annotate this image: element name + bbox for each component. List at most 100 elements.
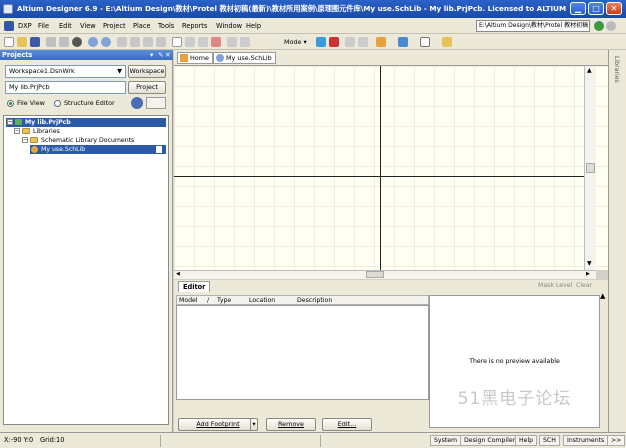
maximize-button[interactable]: □ <box>588 2 604 15</box>
schlib-file-icon <box>31 146 38 153</box>
file-view-radio[interactable] <box>7 100 14 107</box>
schematic-library-sheet[interactable] <box>174 66 614 270</box>
scroll-down-icon[interactable]: ▼ <box>587 260 592 267</box>
remove-part-icon[interactable] <box>329 37 339 47</box>
edit-button[interactable]: Edit... <box>322 418 372 431</box>
sch-panel-button[interactable]: SCH <box>539 435 560 446</box>
redo-icon[interactable] <box>240 37 250 47</box>
open-folder-icon[interactable] <box>17 37 27 47</box>
panel-close-icon[interactable]: ✕ <box>165 50 171 60</box>
new-document-icon[interactable] <box>4 37 14 47</box>
mode-dropdown[interactable]: Mode ▾ <box>284 36 307 48</box>
tree-item-schlib-file[interactable]: My use.SchLib <box>30 145 166 154</box>
project-options-icon[interactable] <box>146 97 166 109</box>
ieee-symbols-icon[interactable] <box>398 37 408 47</box>
menu-tools[interactable]: Tools <box>158 20 174 32</box>
close-button[interactable]: ✕ <box>606 2 622 15</box>
path-combo[interactable]: E:\Altium Design\教材\Protel 教材初稿 <box>476 20 590 32</box>
scroll-thumb[interactable] <box>366 271 384 278</box>
menu-edit[interactable]: Edit <box>59 20 72 32</box>
project-button[interactable]: Project <box>128 81 166 94</box>
model-manager-icon[interactable] <box>442 37 452 47</box>
col-location[interactable]: Location <box>249 296 275 305</box>
collapse-icon[interactable]: − <box>14 128 20 134</box>
move-icon[interactable] <box>185 37 195 47</box>
forward-icon[interactable] <box>606 21 616 31</box>
editor-tab[interactable]: Editor <box>178 281 211 292</box>
zoom-in-icon[interactable] <box>88 37 98 47</box>
col-description[interactable]: Description <box>297 296 332 305</box>
libraries-panel-strip[interactable]: Libraries <box>608 50 626 432</box>
remove-label: Remove <box>278 420 304 428</box>
menu-file[interactable]: File <box>38 20 49 32</box>
tab-schlib[interactable]: My use.SchLib <box>213 52 276 64</box>
remove-button[interactable]: Remove <box>266 418 316 431</box>
back-icon[interactable] <box>594 21 604 31</box>
no-preview-text: There is no preview available <box>469 358 560 365</box>
scroll-up-icon[interactable]: ▲ <box>600 292 605 300</box>
menu-reports[interactable]: Reports <box>182 20 207 32</box>
copy-icon[interactable] <box>130 37 140 47</box>
menu-project[interactable]: Project <box>103 20 126 32</box>
workspace-combo[interactable]: Workspace1.DsnWrk ▼ <box>5 65 126 78</box>
scroll-up-icon[interactable]: ▲ <box>587 67 592 74</box>
pin-icon[interactable]: ✎ <box>158 50 164 60</box>
add-footprint-dropdown[interactable]: ▾ <box>250 418 258 431</box>
minimize-button[interactable]: ▁ <box>570 2 586 15</box>
help-panel-button[interactable]: Help <box>515 435 538 446</box>
more-panels-button[interactable]: >> <box>607 435 626 446</box>
zoom-out-icon[interactable] <box>101 37 111 47</box>
add-part-icon[interactable] <box>316 37 326 47</box>
select-area-icon[interactable] <box>172 37 182 47</box>
tree-item-schlib-documents[interactable]: − Schematic Library Documents <box>22 136 166 145</box>
panel-menu-icon[interactable]: ▾ <box>150 50 153 60</box>
print-preview-icon[interactable] <box>59 37 69 47</box>
deselect-icon[interactable] <box>198 37 208 47</box>
horizontal-scrollbar[interactable]: ◀ ▶ <box>174 270 596 279</box>
tree-item-project[interactable]: − My lib.PrjPcb <box>6 118 166 127</box>
grid-icon[interactable] <box>420 37 430 47</box>
menu-window[interactable]: Window <box>216 20 242 32</box>
print-icon[interactable] <box>46 37 56 47</box>
clear-filter-icon[interactable] <box>211 37 221 47</box>
vertical-scrollbar[interactable]: ▲ ▼ <box>584 66 596 270</box>
tab-home[interactable]: Home <box>177 52 213 64</box>
scroll-right-icon[interactable]: ▶ <box>586 271 590 277</box>
clear-button[interactable]: Clear <box>576 282 592 289</box>
add-footprint-button[interactable]: Add Footprint <box>178 418 258 431</box>
instruments-panel-button[interactable]: Instruments <box>563 435 609 446</box>
rubber-stamp-icon[interactable] <box>156 37 166 47</box>
col-sort[interactable]: / <box>207 296 209 305</box>
model-table[interactable] <box>176 305 429 400</box>
project-field[interactable]: My lib.PrjPcb <box>5 81 126 94</box>
system-panel-button[interactable]: System <box>430 435 462 446</box>
col-model[interactable]: Model <box>179 296 198 305</box>
scroll-left-icon[interactable]: ◀ <box>176 271 180 277</box>
undo-icon[interactable] <box>227 37 237 47</box>
workspace-button[interactable]: Workspace <box>128 65 166 78</box>
libraries-panel-tab[interactable]: Libraries <box>613 56 620 83</box>
prev-part-icon[interactable] <box>345 37 355 47</box>
cut-icon[interactable] <box>117 37 127 47</box>
menu-help[interactable]: Help <box>246 20 261 32</box>
design-compiler-panel-button[interactable]: Design Compiler <box>460 435 520 446</box>
mask-level-button[interactable]: Mask Level <box>538 282 572 289</box>
structure-editor-radio[interactable] <box>54 100 61 107</box>
drawing-tools-icon[interactable] <box>376 37 386 47</box>
menu-view[interactable]: View <box>80 20 96 32</box>
collapse-icon[interactable]: − <box>7 119 13 125</box>
component-icon[interactable] <box>72 37 82 47</box>
collapse-icon[interactable]: − <box>22 137 28 143</box>
schlib-tab-icon <box>216 54 224 62</box>
paste-icon[interactable] <box>143 37 153 47</box>
menu-dxp[interactable]: DXP <box>18 20 32 32</box>
compile-icon[interactable] <box>131 97 143 109</box>
col-type[interactable]: Type <box>217 296 231 305</box>
app-icon <box>3 4 13 14</box>
tree-item-libraries[interactable]: − Libraries <box>14 127 164 136</box>
scroll-thumb[interactable] <box>586 163 595 173</box>
menu-place[interactable]: Place <box>133 20 151 32</box>
edit-label: Edit... <box>337 420 357 428</box>
next-part-icon[interactable] <box>358 37 368 47</box>
save-icon[interactable] <box>30 37 40 47</box>
